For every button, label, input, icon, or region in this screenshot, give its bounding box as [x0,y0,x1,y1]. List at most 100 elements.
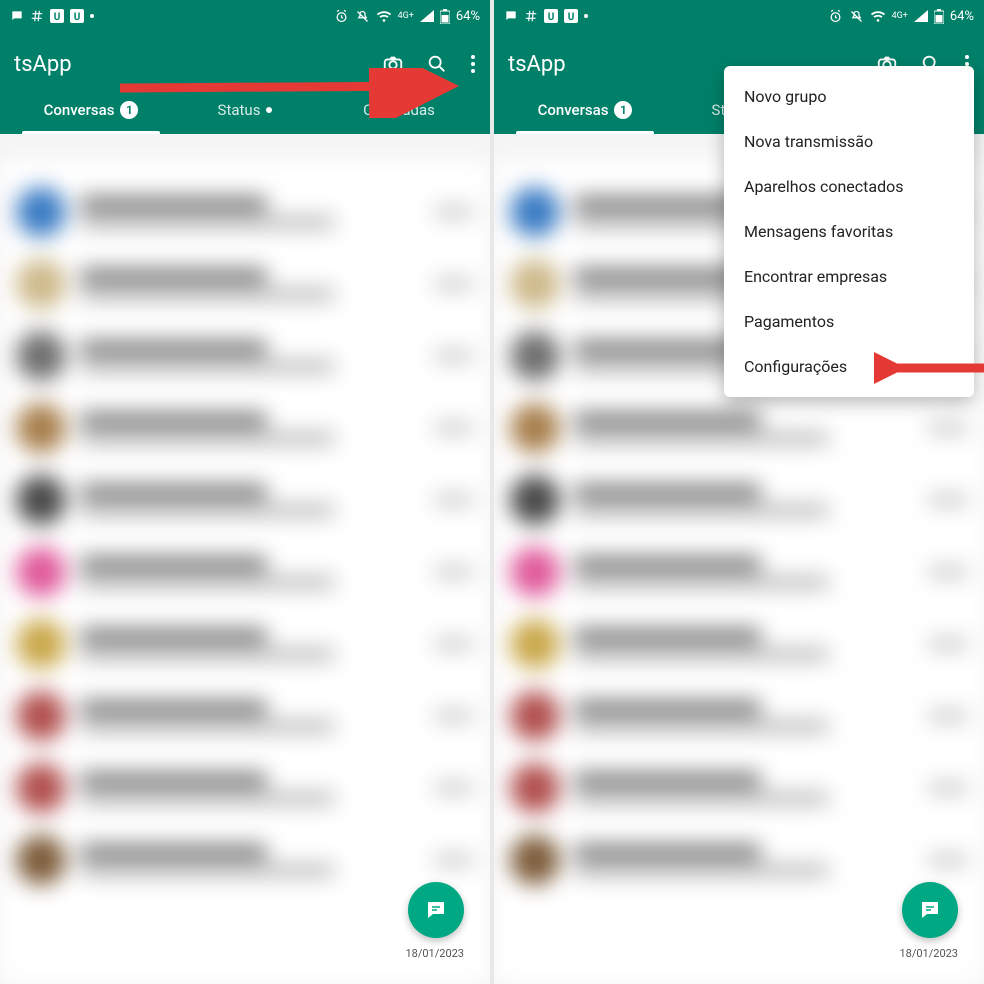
u-square-icon: U [564,9,578,23]
battery-label: 64% [456,9,480,24]
chat-meta [928,711,968,721]
signal-icon [420,10,434,22]
chat-meta [928,639,968,649]
chat-meta [928,567,968,577]
overflow-dot-icon [90,14,94,18]
chat-notif-icon [504,9,518,23]
chat-row[interactable] [16,320,474,392]
avatar [16,763,66,813]
network-label: 4G+ [398,11,414,21]
message-icon [424,898,448,922]
avatar [510,403,560,453]
menu-item-aparelhos-conectados[interactable]: Aparelhos conectados [724,164,974,209]
svg-text:U: U [548,12,555,23]
battery-icon [934,9,944,24]
wifi-icon [376,10,392,23]
status-left: U U [10,9,94,23]
avatar [510,331,560,381]
chat-text [80,845,420,876]
header: tsApp Conversas 1 Status Chamadas [0,32,490,134]
chat-meta [434,423,474,433]
chat-text [574,629,914,660]
new-chat-fab[interactable] [902,882,958,938]
chat-row[interactable] [16,464,474,536]
new-chat-fab[interactable] [408,882,464,938]
menu-item-nova-transmiss-o[interactable]: Nova transmissão [724,119,974,164]
chat-text [574,845,914,876]
app-title: tsApp [14,52,72,77]
battery-label: 64% [950,9,974,24]
wifi-icon [870,10,886,23]
chat-meta [434,495,474,505]
phone-left: U U 4G+ 64% tsApp Conversas 1 [0,0,490,984]
tab-conversas[interactable]: Conversas 1 [14,86,168,134]
alarm-icon [334,9,349,24]
network-label: 4G+ [892,11,908,21]
chat-row[interactable] [510,680,968,752]
overflow-menu: Novo grupoNova transmissãoAparelhos cone… [724,66,974,397]
chat-meta [434,567,474,577]
signal-icon [914,10,928,22]
svg-text:U: U [74,12,81,23]
chat-row[interactable] [16,824,474,896]
status-right: 4G+ 64% [334,9,480,24]
chat-meta [434,783,474,793]
chat-row[interactable] [16,608,474,680]
chat-row[interactable] [16,536,474,608]
chat-row[interactable] [510,824,968,896]
chat-text [80,557,420,588]
chat-meta [928,855,968,865]
chat-row[interactable] [16,392,474,464]
u-square-icon: U [544,9,558,23]
status-right: 4G+ 64% [828,9,974,24]
search-icon[interactable] [426,53,448,75]
avatar [510,259,560,309]
chat-meta [434,855,474,865]
menu-item-configura-es[interactable]: Configurações [724,344,974,389]
chat-row[interactable] [510,608,968,680]
statusbar: U U 4G+ 64% [0,0,490,32]
menu-item-novo-grupo[interactable]: Novo grupo [724,74,974,119]
status-dot-icon [266,107,272,113]
avatar [510,475,560,525]
unread-badge: 1 [120,101,138,119]
screenshot-timestamp: 18/01/2023 [405,947,464,960]
statusbar: U U 4G+ 64% [494,0,984,32]
chat-row[interactable] [510,752,968,824]
chat-text [80,485,420,516]
chat-text [80,413,420,444]
chat-row[interactable] [510,392,968,464]
tab-status[interactable]: Status [168,86,322,134]
chat-text [574,701,914,732]
u-square-icon: U [70,9,84,23]
overflow-dot-icon [584,14,588,18]
menu-item-mensagens-favoritas[interactable]: Mensagens favoritas [724,209,974,254]
chat-meta [434,207,474,217]
mute-icon [355,9,370,24]
menu-item-pagamentos[interactable]: Pagamentos [724,299,974,344]
unread-badge: 1 [614,101,632,119]
avatar [16,475,66,525]
message-icon [918,898,942,922]
chat-meta [434,351,474,361]
chat-row[interactable] [16,176,474,248]
chat-meta [434,639,474,649]
tabs: Conversas 1 Status Chamadas [14,86,476,134]
chat-row[interactable] [510,464,968,536]
tab-label: Conversas [538,101,609,119]
chat-row[interactable] [510,536,968,608]
alarm-icon [828,9,843,24]
chat-meta [434,279,474,289]
tab-chamadas[interactable]: Chamadas [322,86,476,134]
chat-row[interactable] [16,680,474,752]
chat-row[interactable] [16,752,474,824]
avatar [16,187,66,237]
hash-icon [524,9,538,23]
chat-row[interactable] [16,248,474,320]
tab-conversas[interactable]: Conversas 1 [508,86,662,134]
menu-item-encontrar-empresas[interactable]: Encontrar empresas [724,254,974,299]
screenshot-timestamp: 18/01/2023 [899,947,958,960]
chat-text [80,629,420,660]
camera-icon[interactable] [382,53,404,75]
more-menu-icon[interactable] [470,54,476,74]
